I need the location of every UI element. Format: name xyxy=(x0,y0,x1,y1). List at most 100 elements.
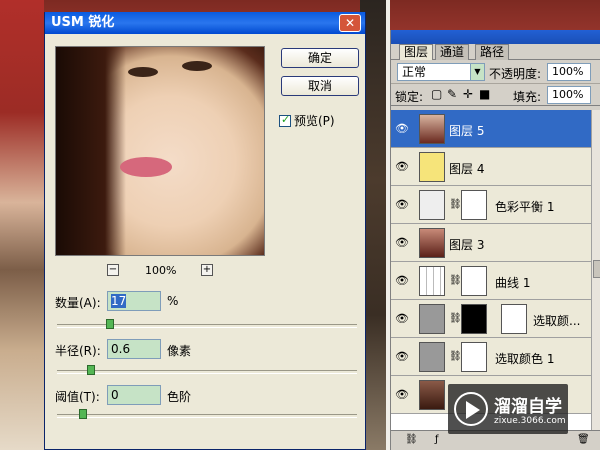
layer-thumbnail xyxy=(419,152,445,182)
lock-image-icon[interactable]: ✎ xyxy=(447,87,457,101)
background-photo-left xyxy=(0,0,44,450)
radius-label: 半径(R): xyxy=(55,344,101,358)
layer-row[interactable]: 👁 ⛓ 色彩平衡 1 xyxy=(391,186,591,224)
play-logo-icon xyxy=(454,392,488,426)
radius-unit: 像素 xyxy=(167,344,192,358)
chain-link-icon[interactable]: ⛓ xyxy=(449,199,462,210)
layer-row[interactable]: 👁 图层 3 xyxy=(391,224,591,262)
blend-opacity-row: 正常 ▼ 不透明度: 100% xyxy=(391,60,600,84)
layer-name: 色彩平衡 1 xyxy=(495,200,555,214)
preview-image[interactable] xyxy=(55,46,265,256)
panel-tabs: 图层 通道 路径 xyxy=(391,44,600,60)
threshold-label: 阈值(T): xyxy=(55,390,100,404)
usm-sharpen-dialog: USM 锐化 ✕ − 100% + 确定 取消 预览(P) 数量(A): 17 … xyxy=(44,12,366,450)
tab-paths[interactable]: 路径 xyxy=(475,44,510,60)
tab-layers[interactable]: 图层 xyxy=(399,44,434,60)
opacity-label: 不透明度: xyxy=(489,67,542,81)
amount-unit: % xyxy=(167,294,179,308)
scrollbar-thumb[interactable] xyxy=(593,260,600,278)
color-balance-icon xyxy=(419,190,445,220)
amount-slider[interactable] xyxy=(57,319,357,329)
visibility-eye-icon[interactable]: 👁 xyxy=(395,122,409,135)
amount-input[interactable]: 17 xyxy=(107,291,161,311)
preview-label: 预览(P) xyxy=(294,114,335,128)
layer-name: 曲线 1 xyxy=(495,276,531,290)
visibility-eye-icon[interactable]: 👁 xyxy=(395,198,409,211)
layer-thumbnail xyxy=(419,228,445,258)
watermark-title: 溜溜自学 xyxy=(494,397,562,417)
layer-thumbnail xyxy=(419,380,445,410)
zoom-in-button[interactable]: + xyxy=(201,264,213,276)
layer-mask-thumbnail xyxy=(461,190,487,220)
layer-row[interactable]: 👁 ⛓ 曲线 1 xyxy=(391,262,591,300)
layer-style-icon[interactable]: ƒ xyxy=(435,434,439,445)
layer-row[interactable]: 👁 ⛓ 选取颜色 1 xyxy=(391,338,591,376)
selective-color-icon xyxy=(419,342,445,372)
visibility-eye-icon[interactable]: 👁 xyxy=(395,312,409,325)
curves-icon xyxy=(419,266,445,296)
layer-list: 👁 图层 5 👁 图层 4 👁 ⛓ 色彩平衡 1 👁 图层 3 👁 ⛓ 曲线 1 xyxy=(391,110,591,430)
preview-checkbox[interactable] xyxy=(279,113,291,127)
fill-label: 填充: xyxy=(513,90,542,104)
chevron-down-icon[interactable]: ▼ xyxy=(470,64,484,80)
chain-link-icon[interactable]: ⛓ xyxy=(449,275,462,286)
preview-lips xyxy=(120,157,172,177)
layer-name: 选取颜... xyxy=(533,314,581,328)
layer-name: 图层 3 xyxy=(449,238,485,252)
layer-name: 图层 4 xyxy=(449,162,485,176)
radius-slider-thumb[interactable] xyxy=(87,365,96,375)
layer-name: 选取颜色 1 xyxy=(495,352,555,366)
lock-label: 锁定: xyxy=(395,90,424,104)
threshold-input[interactable]: 0 xyxy=(107,385,161,405)
lock-transparent-icon[interactable]: ▢ xyxy=(431,87,442,101)
layer-mask-thumbnail xyxy=(461,304,487,334)
preview-checkbox-row[interactable]: 预览(P) xyxy=(279,112,335,129)
close-button[interactable]: ✕ xyxy=(339,14,361,32)
preview-eye-right xyxy=(182,61,212,71)
visibility-eye-icon[interactable]: 👁 xyxy=(395,236,409,249)
selective-color-icon xyxy=(419,304,445,334)
dialog-titlebar[interactable]: USM 锐化 ✕ xyxy=(45,12,365,34)
zoom-out-button[interactable]: − xyxy=(107,264,119,276)
layer-mask-thumbnail xyxy=(461,342,487,372)
layer-row[interactable]: 👁 图层 4 xyxy=(391,148,591,186)
visibility-eye-icon[interactable]: 👁 xyxy=(395,160,409,173)
zoom-level: 100% xyxy=(145,264,177,277)
amount-slider-thumb[interactable] xyxy=(106,319,114,329)
threshold-unit: 色阶 xyxy=(167,390,192,404)
lock-fill-row: 锁定: ▢ ✎ ✛ ■ 填充: 100% xyxy=(391,84,600,106)
chain-link-icon[interactable]: ⛓ xyxy=(449,313,462,324)
visibility-eye-icon[interactable]: 👁 xyxy=(395,350,409,363)
lock-position-icon[interactable]: ✛ xyxy=(463,87,473,101)
layer-name: 图层 5 xyxy=(449,124,485,138)
visibility-eye-icon[interactable]: 👁 xyxy=(395,274,409,287)
panel-titlebar[interactable] xyxy=(391,30,600,44)
threshold-slider-thumb[interactable] xyxy=(79,409,87,419)
watermark: 溜溜自学 zixue.3066.com xyxy=(448,384,568,434)
layer-list-scrollbar[interactable] xyxy=(591,110,600,430)
blend-mode-select[interactable]: 正常 ▼ xyxy=(397,63,485,81)
layer-mask-thumbnail xyxy=(461,266,487,296)
layer-mask-thumbnail xyxy=(501,304,527,334)
visibility-eye-icon[interactable]: 👁 xyxy=(395,388,409,401)
layer-row[interactable]: 👁 图层 5 xyxy=(391,110,591,148)
radius-input[interactable]: 0.6 xyxy=(107,339,161,359)
ok-button[interactable]: 确定 xyxy=(281,48,359,68)
zoom-controls: − 100% + xyxy=(107,264,227,278)
opacity-input[interactable]: 100% xyxy=(547,63,591,81)
cancel-button[interactable]: 取消 xyxy=(281,76,359,96)
delete-layer-icon[interactable]: 🗑 xyxy=(577,434,590,445)
preview-hair xyxy=(56,47,126,255)
lock-all-icon[interactable]: ■ xyxy=(479,87,490,101)
amount-label: 数量(A): xyxy=(55,296,101,310)
threshold-slider[interactable] xyxy=(57,409,357,419)
preview-eye-left xyxy=(128,67,158,77)
radius-slider[interactable] xyxy=(57,365,357,375)
layer-row[interactable]: 👁 ⛓ 选取颜... xyxy=(391,300,591,338)
watermark-url: zixue.3066.com xyxy=(494,416,566,426)
chain-link-icon[interactable]: ⛓ xyxy=(449,351,462,362)
link-layers-icon[interactable]: ⛓ xyxy=(405,434,418,445)
fill-input[interactable]: 100% xyxy=(547,86,591,104)
tab-channels[interactable]: 通道 xyxy=(435,44,470,60)
dialog-title: USM 锐化 xyxy=(51,15,115,30)
